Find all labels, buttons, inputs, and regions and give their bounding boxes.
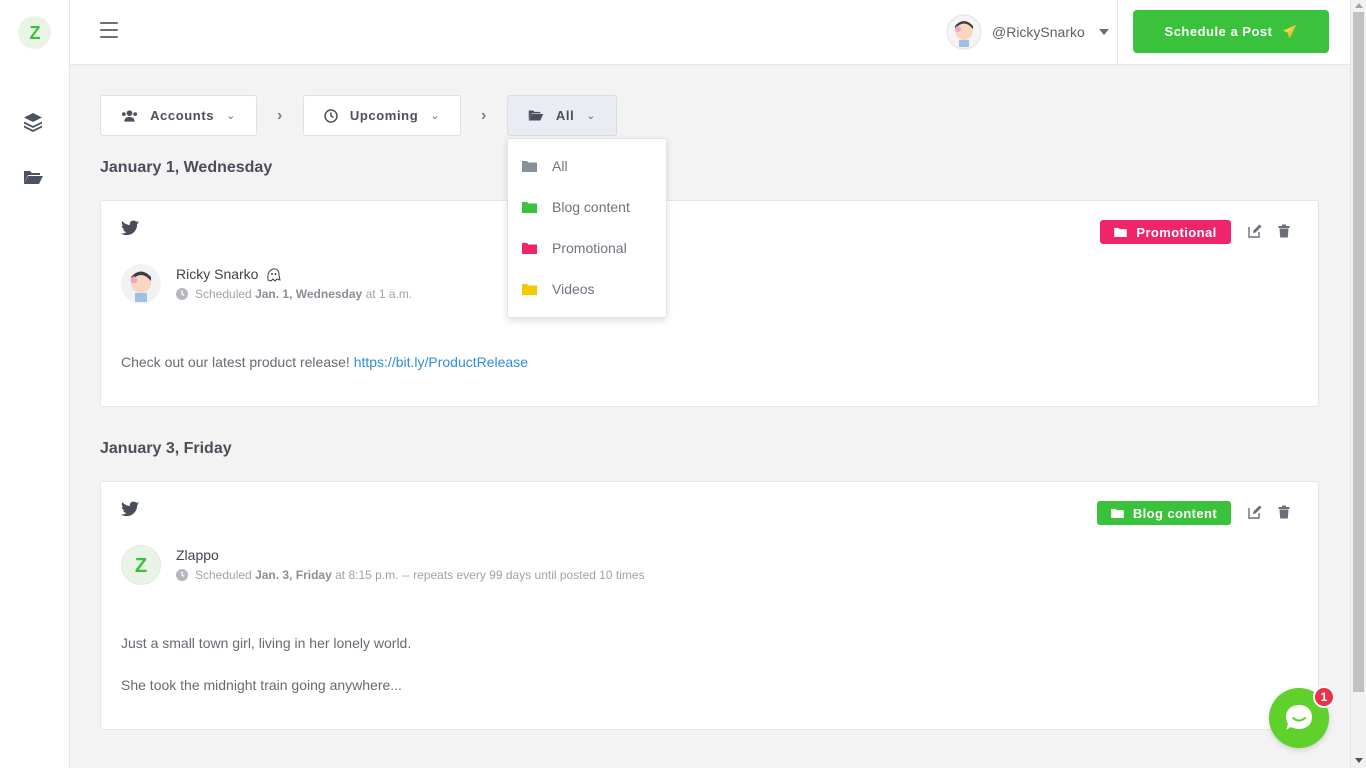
trash-icon[interactable] [1277, 224, 1291, 238]
category-filter-button[interactable]: All ⌄ [507, 95, 617, 136]
category-dropdown-menu: All Blog content Promotional Videos [507, 138, 667, 318]
post-category-tag[interactable]: Promotional [1100, 220, 1231, 244]
category-option-videos[interactable]: Videos [508, 272, 666, 306]
twitter-icon [121, 501, 139, 517]
category-option-all[interactable]: All [508, 149, 666, 183]
category-option-label: All [552, 158, 568, 174]
page-scrollbar[interactable] [1350, 0, 1366, 768]
folder-icon [1114, 227, 1128, 237]
user-avatar [946, 14, 982, 50]
folder-icon [522, 284, 537, 295]
twitter-icon [121, 220, 139, 236]
schedule-suffix: at 1 a.m. [365, 287, 413, 301]
author-name: Ricky Snarko [176, 266, 259, 282]
user-account-menu[interactable]: @RickySnarko [946, 14, 1109, 50]
folder-icon [522, 161, 537, 172]
folder-open-icon [528, 110, 544, 121]
edit-icon[interactable] [1248, 224, 1262, 238]
notification-badge: 1 [1313, 686, 1335, 708]
category-option-label: Videos [552, 281, 595, 297]
category-option-promotional[interactable]: Promotional [508, 231, 666, 265]
category-filter-label: All [555, 108, 575, 123]
post-card: Z Zlappo Scheduled Jan. 3, Friday at 8:1… [100, 481, 1319, 730]
schedule-prefix: Scheduled [195, 568, 252, 582]
post-author: Ricky Snarko [176, 266, 282, 282]
logo-mark-icon: Z [29, 23, 40, 43]
date-heading: January 1, Wednesday [100, 159, 273, 176]
schedule-post-button[interactable]: Schedule a Post [1133, 10, 1329, 53]
schedule-info: Scheduled Jan. 3, Friday at 8:15 p.m. --… [176, 568, 645, 582]
chevron-down-icon: ⌄ [586, 110, 597, 122]
scroll-up-arrow-icon[interactable] [1355, 3, 1363, 8]
author-name: Zlappo [176, 547, 219, 563]
scroll-down-arrow-icon[interactable] [1355, 758, 1363, 763]
schedule-date: Jan. 3, Friday [255, 568, 332, 582]
post-text: Check out our latest product release! [121, 354, 350, 370]
folder-icon [522, 243, 537, 254]
caret-down-icon [1098, 29, 1109, 35]
chevron-down-icon: ⌄ [430, 110, 441, 122]
trash-icon[interactable] [1277, 505, 1291, 519]
sidebar: Z [0, 0, 70, 768]
clock-icon [324, 108, 338, 123]
top-bar: @RickySnarko Schedule a Post [70, 0, 1350, 65]
category-option-label: Blog content [552, 199, 630, 215]
chevron-down-icon: ⌄ [226, 110, 236, 122]
schedule-date: Jan. 1, Wednesday [255, 287, 363, 301]
clock-icon [176, 288, 188, 300]
svg-text:Z: Z [135, 555, 147, 577]
post-body-line: Just a small town girl, living in her lo… [121, 635, 412, 651]
post-body: Check out our latest product release! ht… [121, 354, 528, 370]
post-card: Ricky Snarko Scheduled Jan. 1, Wednesday… [100, 200, 1319, 407]
folder-icon [522, 202, 537, 213]
time-filter-button[interactable]: Upcoming ⌄ [303, 95, 461, 136]
paper-plane-icon [1283, 24, 1297, 39]
folder-icon [1111, 508, 1124, 518]
users-icon [122, 109, 138, 122]
category-option-blog-content[interactable]: Blog content [508, 190, 666, 224]
category-option-label: Promotional [552, 240, 627, 256]
divider [1117, 0, 1118, 65]
scrollbar-thumb[interactable] [1353, 12, 1364, 692]
schedule-post-label: Schedule a Post [1164, 24, 1273, 39]
zlappo-logo[interactable]: Z [18, 16, 51, 49]
avatar: Z [121, 545, 161, 585]
schedule-prefix: Scheduled [195, 287, 252, 301]
chat-bubble-icon [1286, 705, 1312, 730]
schedule-suffix: at 8:15 p.m. -- repeats every 99 days un… [335, 568, 645, 582]
user-handle: @RickySnarko [992, 24, 1085, 40]
date-heading: January 3, Friday [100, 440, 232, 457]
breadcrumb-chevron-icon: › [277, 107, 283, 124]
svg-text:Z: Z [29, 23, 40, 43]
accounts-filter-button[interactable]: Accounts ⌄ [100, 95, 257, 136]
avatar [121, 264, 161, 304]
tag-label: Promotional [1136, 224, 1217, 240]
clock-icon [176, 569, 188, 581]
accounts-filter-label: Accounts [150, 108, 215, 123]
post-body-line: She took the midnight train going anywhe… [121, 677, 402, 693]
tag-label: Blog content [1132, 505, 1218, 521]
hamburger-menu-icon[interactable] [100, 22, 118, 40]
ghost-emoji-icon [267, 268, 282, 282]
folder-open-icon[interactable] [22, 166, 44, 188]
schedule-info: Scheduled Jan. 1, Wednesday at 1 a.m. [176, 287, 412, 301]
post-link[interactable]: https://bit.ly/ProductRelease [354, 354, 528, 370]
layers-icon[interactable] [22, 111, 44, 133]
breadcrumb-chevron-icon: › [481, 107, 487, 124]
time-filter-label: Upcoming [349, 108, 419, 123]
post-author: Zlappo [176, 547, 219, 563]
post-category-tag[interactable]: Blog content [1097, 501, 1231, 525]
edit-icon[interactable] [1248, 505, 1262, 519]
